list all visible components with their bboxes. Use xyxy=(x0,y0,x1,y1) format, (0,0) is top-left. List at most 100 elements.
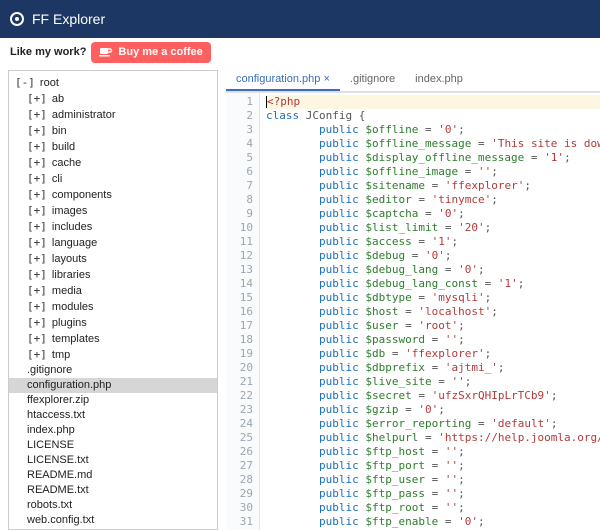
tree-file[interactable]: robots.txt xyxy=(9,498,217,513)
file-tree[interactable]: [-] root[+] ab[+] administrator[+] bin[+… xyxy=(8,70,218,530)
expand-icon[interactable]: [+] xyxy=(27,268,47,281)
code-line[interactable]: public $dbtype = 'mysqli'; xyxy=(266,291,600,305)
code-line[interactable]: public $editor = 'tinymce'; xyxy=(266,193,600,207)
tree-file[interactable]: index.php xyxy=(9,423,217,438)
code-area[interactable]: <?phpclass JConfig { public $offline = '… xyxy=(260,93,600,530)
code-line[interactable]: public $offline_message = 'This site is … xyxy=(266,137,600,151)
code-line[interactable]: public $ftp_pass = ''; xyxy=(266,487,600,501)
tree-folder[interactable]: [+] components xyxy=(9,187,217,203)
code-line[interactable]: public $ftp_port = ''; xyxy=(266,459,600,473)
expand-icon[interactable]: [+] xyxy=(27,252,47,265)
code-line[interactable]: public $sitename = 'ffexplorer'; xyxy=(266,179,600,193)
code-line[interactable]: public $offline_image = ''; xyxy=(266,165,600,179)
tree-file[interactable]: ffexplorer.zip xyxy=(9,393,217,408)
code-line[interactable]: public $list_limit = '20'; xyxy=(266,221,600,235)
tree-folder[interactable]: [+] build xyxy=(9,139,217,155)
tree-folder[interactable]: [+] cli xyxy=(9,171,217,187)
tree-folder[interactable]: [+] administrator xyxy=(9,107,217,123)
code-token: = xyxy=(425,487,445,500)
line-number: 12 xyxy=(226,249,253,263)
tree-node-label: plugins xyxy=(49,317,87,329)
expand-icon[interactable]: [+] xyxy=(27,220,47,233)
tree-file[interactable]: .gitignore xyxy=(9,363,217,378)
expand-icon[interactable]: [+] xyxy=(27,108,47,121)
close-tab-icon[interactable]: × xyxy=(320,73,329,85)
expand-icon[interactable]: [+] xyxy=(27,332,47,345)
tree-node-label: language xyxy=(49,237,97,249)
tree-folder[interactable]: [+] libraries xyxy=(9,267,217,283)
tree-folder[interactable]: [+] templates xyxy=(9,331,217,347)
tree-file[interactable]: README.md xyxy=(9,468,217,483)
expand-icon[interactable]: [+] xyxy=(27,124,47,137)
editor-tab[interactable]: configuration.php × xyxy=(226,70,340,91)
code-line[interactable]: public $helpurl = 'https://help.joomla.o… xyxy=(266,431,600,445)
expand-icon[interactable]: [+] xyxy=(27,188,47,201)
expand-icon[interactable]: [+] xyxy=(27,300,47,313)
expand-icon[interactable]: [+] xyxy=(27,92,47,105)
code-line[interactable]: public $display_offline_message = '1'; xyxy=(266,151,600,165)
tree-folder[interactable]: [+] media xyxy=(9,283,217,299)
tree-folder[interactable]: [+] layouts xyxy=(9,251,217,267)
tree-folder[interactable]: [-] root xyxy=(9,75,217,91)
tree-folder[interactable]: [+] includes xyxy=(9,219,217,235)
tree-file[interactable]: LICENSE xyxy=(9,438,217,453)
code-line[interactable]: class JConfig { xyxy=(266,109,600,123)
expand-icon[interactable]: [+] xyxy=(27,156,47,169)
code-line[interactable]: public $dbprefix = 'ajtmi_'; xyxy=(266,361,600,375)
code-line[interactable]: public $debug = '0'; xyxy=(266,249,600,263)
code-line[interactable]: public $ftp_enable = '0'; xyxy=(266,515,600,529)
editor-pane: configuration.php ×.gitignore index.php 1… xyxy=(226,70,600,530)
code-line[interactable]: public $host = 'localhost'; xyxy=(266,305,600,319)
tree-file[interactable]: web.config.txt xyxy=(9,513,217,528)
code-line[interactable]: public $offline = '0'; xyxy=(266,123,600,137)
code-token: public xyxy=(319,417,359,430)
code-token: $list_limit xyxy=(365,221,438,234)
code-line[interactable]: <?php xyxy=(266,95,600,109)
tree-folder[interactable]: [+] plugins xyxy=(9,315,217,331)
code-line[interactable]: public $debug_lang = '0'; xyxy=(266,263,600,277)
code-line[interactable]: public $gzip = '0'; xyxy=(266,403,600,417)
code-line[interactable]: public $debug_lang_const = '1'; xyxy=(266,277,600,291)
tree-node-label: cli xyxy=(49,173,62,185)
tree-folder[interactable]: [+] images xyxy=(9,203,217,219)
code-line[interactable]: public $ftp_user = ''; xyxy=(266,473,600,487)
code-line[interactable]: public $captcha = '0'; xyxy=(266,207,600,221)
editor-tab[interactable]: .gitignore xyxy=(340,70,405,91)
expand-icon[interactable]: [+] xyxy=(27,316,47,329)
tree-file[interactable]: configuration.php xyxy=(9,378,217,393)
code-line[interactable]: public $access = '1'; xyxy=(266,235,600,249)
tree-folder[interactable]: [+] language xyxy=(9,235,217,251)
expand-icon[interactable]: [+] xyxy=(27,348,47,361)
expand-icon[interactable]: [+] xyxy=(27,284,47,297)
editor-tab[interactable]: index.php xyxy=(405,70,473,91)
expand-icon[interactable]: [+] xyxy=(27,204,47,217)
expand-icon[interactable]: [+] xyxy=(27,236,47,249)
tree-node-label: administrator xyxy=(49,109,116,121)
tree-file[interactable]: LICENSE.txt xyxy=(9,453,217,468)
collapse-icon[interactable]: [-] xyxy=(15,76,35,89)
code-line[interactable]: public $user = 'root'; xyxy=(266,319,600,333)
line-number: 11 xyxy=(226,235,253,249)
tree-folder[interactable]: [+] cache xyxy=(9,155,217,171)
code-token: $ftp_enable xyxy=(365,515,438,528)
expand-icon[interactable]: [+] xyxy=(27,140,47,153)
code-line[interactable]: public $password = ''; xyxy=(266,333,600,347)
tab-label: index.php xyxy=(415,73,463,85)
tree-folder[interactable]: [+] ab xyxy=(9,91,217,107)
code-line[interactable]: public $error_reporting = 'default'; xyxy=(266,417,600,431)
tree-folder[interactable]: [+] modules xyxy=(9,299,217,315)
code-token: = xyxy=(438,515,458,528)
code-editor[interactable]: 1234567891011121314151617181920212223242… xyxy=(226,92,600,530)
buy-coffee-button[interactable]: Buy me a coffee xyxy=(91,42,210,63)
tree-file[interactable]: htaccess.txt xyxy=(9,408,217,423)
code-line[interactable]: public $live_site = ''; xyxy=(266,375,600,389)
tree-folder[interactable]: [+] bin xyxy=(9,123,217,139)
tree-file[interactable]: README.txt xyxy=(9,483,217,498)
tree-folder[interactable]: [+] tmp xyxy=(9,347,217,363)
code-line[interactable]: public $secret = 'ufzSxrQHIpLrTCb9'; xyxy=(266,389,600,403)
code-line[interactable]: public $db = 'ffexplorer'; xyxy=(266,347,600,361)
expand-icon[interactable]: [+] xyxy=(27,172,47,185)
code-token: public xyxy=(319,235,359,248)
code-line[interactable]: public $ftp_host = ''; xyxy=(266,445,600,459)
code-line[interactable]: public $ftp_root = ''; xyxy=(266,501,600,515)
